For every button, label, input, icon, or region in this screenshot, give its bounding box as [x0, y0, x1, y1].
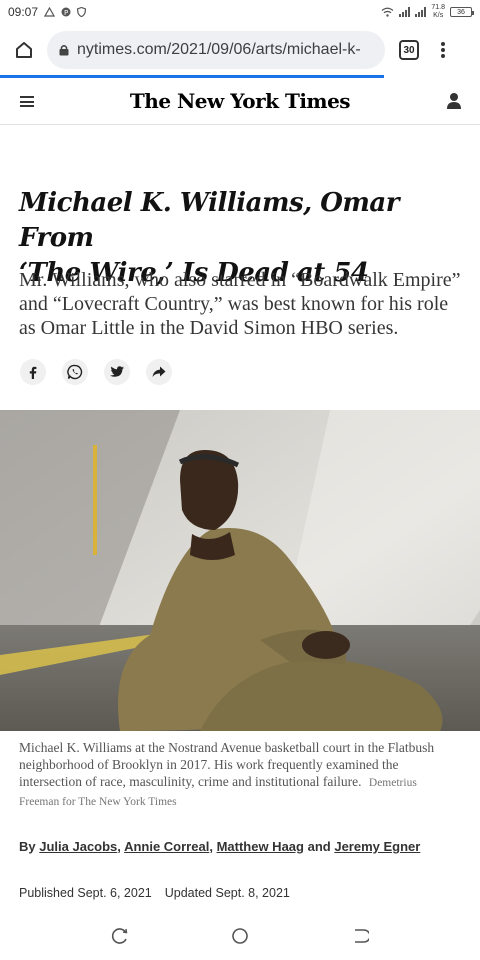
wifi-icon: [381, 7, 394, 17]
account-icon[interactable]: [446, 92, 462, 110]
hamburger-menu-icon[interactable]: [20, 96, 34, 107]
back-icon[interactable]: [351, 927, 369, 945]
status-bar: 09:07 P 71.8 K/s 36: [0, 0, 480, 24]
url-text: nytimes.com/2021/09/06/arts/michael-k-: [77, 41, 361, 58]
home-circle-icon[interactable]: [231, 927, 249, 945]
portrait-photo: [0, 410, 480, 731]
home-icon: [16, 42, 32, 58]
site-header: The New York Times: [0, 78, 480, 125]
whatsapp-share-button[interactable]: [62, 359, 88, 385]
more-share-button[interactable]: [146, 359, 172, 385]
address-bar[interactable]: nytimes.com/2021/09/06/arts/michael-k-: [47, 31, 385, 69]
network-speed: 71.8 K/s: [431, 4, 445, 19]
parking-icon: P: [61, 7, 71, 17]
status-time: 09:07: [8, 5, 39, 19]
system-navigation-bar: [0, 912, 480, 960]
author-link[interactable]: Annie Correal: [124, 839, 209, 854]
published-date: Published Sept. 6, 2021: [19, 886, 152, 900]
browser-toolbar: nytimes.com/2021/09/06/arts/michael-k- 3…: [0, 24, 480, 76]
svg-text:P: P: [64, 9, 68, 17]
article-summary: Mr. Williams, who also starred in “Board…: [19, 269, 461, 339]
share-tools: [20, 359, 172, 385]
facebook-icon: [29, 366, 37, 379]
author-link[interactable]: Jeremy Egner: [334, 839, 420, 854]
author-link[interactable]: Matthew Haag: [217, 839, 304, 854]
alert-triangle-icon: [44, 7, 56, 17]
twitter-icon: [110, 366, 124, 377]
home-button[interactable]: [8, 34, 40, 66]
photo-caption: Michael K. Williams at the Nostrand Aven…: [19, 740, 435, 808]
shield-icon: [77, 7, 87, 17]
article-photo[interactable]: [0, 410, 480, 731]
battery-icon: 36: [450, 7, 474, 17]
whatsapp-icon: [67, 364, 83, 380]
twitter-share-button[interactable]: [104, 359, 130, 385]
share-icon: [152, 366, 166, 377]
signal-icon: [399, 7, 411, 17]
lock-icon: [59, 45, 69, 56]
recent-apps-icon[interactable]: [111, 927, 129, 945]
browser-menu-button[interactable]: [433, 34, 453, 66]
nyt-logo[interactable]: The New York Times: [130, 89, 351, 113]
facebook-share-button[interactable]: [20, 359, 46, 385]
signal-icon-2: [415, 7, 427, 17]
article-dates: Published Sept. 6, 2021 Updated Sept. 8,…: [19, 886, 290, 900]
tab-switcher-button[interactable]: 30: [399, 40, 419, 60]
more-vert-icon: [441, 42, 445, 58]
updated-date: Updated Sept. 8, 2021: [164, 886, 290, 900]
byline: By Julia Jacobs, Annie Correal, Matthew …: [19, 839, 421, 854]
author-link[interactable]: Julia Jacobs: [39, 839, 117, 854]
